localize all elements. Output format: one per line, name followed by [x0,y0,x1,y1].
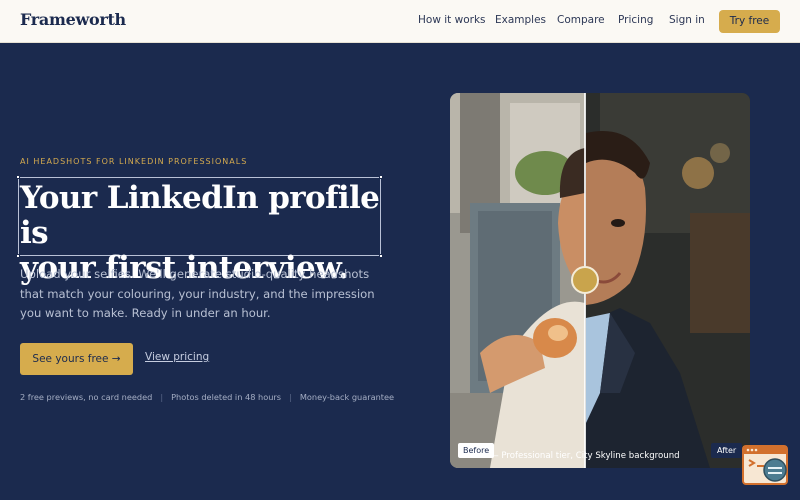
separator: | [289,392,292,402]
hero-subcopy: Upload your selfies. We'll generate stud… [20,267,375,321]
selection-handle [16,175,20,179]
headline-line-1: Your LinkedIn profile is [20,180,380,251]
trust-item-free-previews: 2 free previews, no card needed [20,392,153,402]
comparison-slider-handle[interactable] [571,266,599,294]
selection-handle [379,175,383,179]
nav-pricing[interactable]: Pricing [618,14,653,26]
nav-how-it-works[interactable]: How it works [418,14,486,26]
see-yours-free-button[interactable]: See yours free → [20,343,133,375]
separator: | [160,392,164,402]
nav-sign-in[interactable]: Sign in [669,14,705,26]
before-badge: Before [458,443,495,458]
trust-item-money-back: Money-back guarantee [299,392,395,402]
top-nav-bar: Frameworth How it works Examples Compare… [0,0,800,43]
hero-eyebrow: AI HEADSHOTS FOR LINKEDIN PROFESSIONALS [20,157,248,166]
trust-item-photos-deleted: Photos deleted in 48 hours [171,392,282,402]
nav-examples[interactable]: Examples [495,14,546,26]
nav-compare[interactable]: Compare [557,14,605,26]
photo-caption: — Professional tier, City Skyline backgr… [490,451,680,461]
brand-logo[interactable]: Frameworth [20,10,126,29]
chat-widget-icon[interactable] [742,445,790,487]
try-free-button[interactable]: Try free [719,10,780,33]
portrait-illustration [450,93,750,468]
view-pricing-link[interactable]: View pricing [145,351,209,363]
trust-strip: 2 free previews, no card needed | Photos d… [20,392,394,402]
after-badge: After [711,443,743,458]
before-after-photo[interactable] [450,93,750,468]
